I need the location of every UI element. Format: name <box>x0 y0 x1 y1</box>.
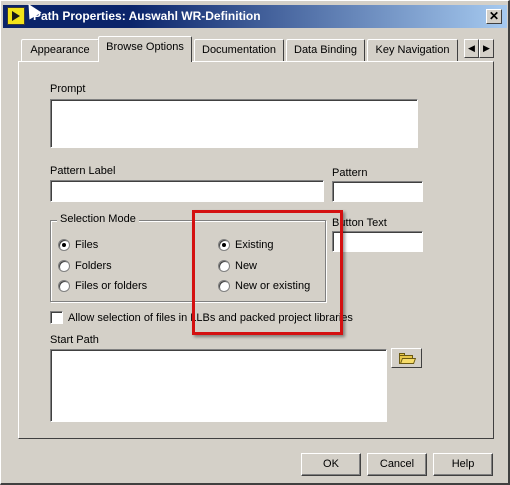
tab-appearance[interactable]: Appearance <box>21 39 99 61</box>
tab-scroll-left-button[interactable]: ◀ <box>464 39 479 58</box>
pattern-input[interactable] <box>332 181 423 202</box>
radio-label: Folders <box>75 260 112 272</box>
radio-indicator[interactable] <box>58 260 70 272</box>
radio-folders[interactable]: Folders <box>58 260 112 272</box>
open-folder-icon <box>399 353 417 364</box>
selection-mode-title: Selection Mode <box>57 213 139 225</box>
start-path-input[interactable] <box>50 349 387 422</box>
pattern-label-input[interactable] <box>50 180 324 202</box>
pattern-label: Pattern <box>332 167 368 179</box>
tab-documentation[interactable]: Documentation <box>194 39 284 61</box>
path-properties-dialog: Path Properties: Auswahl WR-Definition ✕… <box>0 0 510 485</box>
radio-files[interactable]: Files <box>58 239 98 251</box>
start-path-label: Start Path <box>50 334 99 346</box>
radio-label: Files <box>75 239 99 251</box>
tab-data-binding[interactable]: Data Binding <box>286 39 365 61</box>
radio-label: Files or folders <box>75 280 148 292</box>
window-title: Path Properties: Auswahl WR-Definition <box>33 9 261 23</box>
cancel-button[interactable]: Cancel <box>367 453 427 476</box>
prompt-input[interactable] <box>50 99 418 148</box>
tab-browse-options[interactable]: Browse Options <box>98 36 192 62</box>
tab-scroll-right-button[interactable]: ▶ <box>479 39 494 58</box>
radio-indicator[interactable] <box>58 280 70 292</box>
help-button[interactable]: Help <box>433 453 493 476</box>
radio-indicator[interactable] <box>58 239 70 251</box>
pattern-label-label: Pattern Label <box>50 165 116 177</box>
labview-vi-icon <box>7 7 25 25</box>
radio-files-or-folders[interactable]: Files or folders <box>58 280 147 292</box>
title-bar[interactable]: Path Properties: Auswahl WR-Definition <box>3 5 507 28</box>
prompt-label: Prompt <box>50 83 86 95</box>
button-text-input[interactable] <box>332 231 423 252</box>
allow-llb-checkbox[interactable] <box>50 311 63 324</box>
highlight-annotation <box>192 210 343 335</box>
browse-button[interactable] <box>391 348 422 368</box>
ok-button[interactable]: OK <box>301 453 361 476</box>
close-button[interactable]: ✕ <box>486 9 502 24</box>
tab-key-navigation[interactable]: Key Navigation <box>367 39 458 61</box>
